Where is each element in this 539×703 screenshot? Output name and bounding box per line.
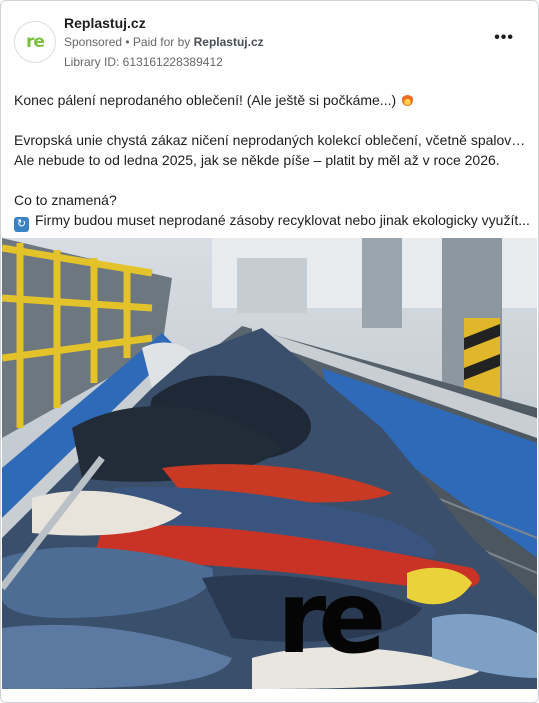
sponsored-label: Sponsored [64, 35, 123, 49]
ad-post-card: re Replastuj.cz Sponsored • Paid for by … [0, 0, 539, 703]
paid-for-prefix: • Paid for by [122, 35, 194, 49]
recycle-emoji-icon: ↻ [14, 217, 29, 232]
page-avatar[interactable]: re [14, 21, 56, 63]
library-id: Library ID: 613161228389412 [64, 55, 223, 69]
ad-image[interactable]: re [2, 238, 537, 689]
post-text-headline: Konec pálení neprodaného oblečení! (Ale … [14, 92, 397, 108]
paid-by-name[interactable]: Replastuj.cz [194, 35, 264, 49]
post-text-bullet: Firmy budou muset neprodané zásoby recyk… [35, 212, 530, 228]
conveyor-clothes-illustration [2, 238, 537, 689]
more-options-icon[interactable]: ••• [494, 29, 514, 47]
post-text-line-5: ↻ Firmy budou muset neprodané zásoby recy… [14, 210, 530, 232]
fire-emoji-icon [402, 93, 414, 106]
post-text-line-3: Ale nebude to od ledna 2025, jak se někd… [14, 152, 500, 168]
post-text-line-2: Evropská unie chystá zákaz ničení neprod… [14, 132, 530, 148]
post-text-line-1: Konec pálení neprodaného oblečení! (Ale … [14, 90, 530, 110]
page-name-link[interactable]: Replastuj.cz [64, 15, 146, 31]
sponsored-line: Sponsored • Paid for by Replastuj.cz [64, 35, 264, 49]
brand-logo-overlay: re [277, 559, 386, 676]
avatar-logo-text: re [26, 32, 45, 52]
post-text-line-4: Co to znamená? [14, 192, 117, 208]
post-text: Konec pálení neprodaného oblečení! (Ale … [14, 90, 530, 232]
